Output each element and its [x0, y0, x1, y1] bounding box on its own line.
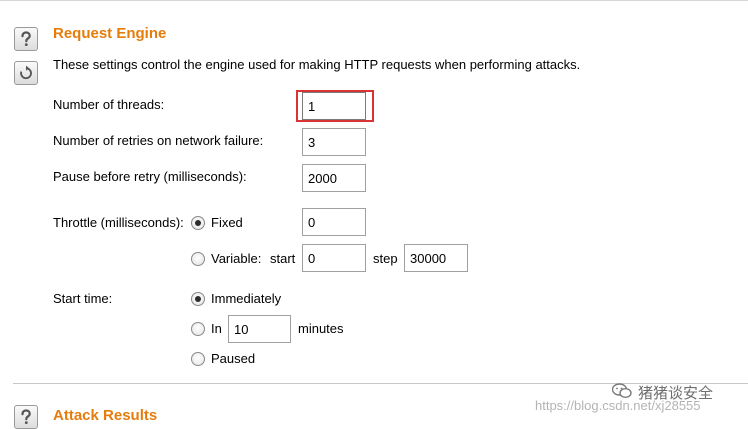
throttle-step-input[interactable]: [404, 244, 468, 272]
start-in-radio[interactable]: [191, 322, 205, 336]
top-divider: [0, 0, 748, 1]
pause-input[interactable]: [302, 164, 366, 192]
throttle-start-input[interactable]: [302, 244, 366, 272]
start-time-label: Start time:: [53, 291, 113, 306]
reset-button[interactable]: [14, 61, 38, 85]
attack-results-help-button[interactable]: [14, 405, 38, 429]
start-paused-label: Paused: [211, 351, 256, 366]
threads-input[interactable]: [302, 92, 366, 120]
throttle-step-label: step: [373, 251, 398, 266]
section-title-request-engine: Request Engine: [53, 25, 167, 42]
url-watermark: https://blog.csdn.net/xj28555: [535, 398, 701, 413]
throttle-variable-label: Variable:: [211, 251, 262, 266]
threads-label: Number of threads:: [53, 97, 165, 112]
retries-input[interactable]: [302, 128, 366, 156]
help-button[interactable]: [14, 27, 38, 51]
pause-label: Pause before retry (milliseconds):: [53, 169, 247, 184]
start-paused-radio[interactable]: [191, 352, 205, 366]
refresh-icon: [18, 65, 34, 81]
throttle-fixed-label: Fixed: [211, 215, 243, 230]
start-in-label: In: [211, 321, 222, 336]
question-mark-icon: [19, 409, 33, 425]
start-immediately-label: Immediately: [211, 291, 282, 306]
throttle-fixed-radio[interactable]: [191, 216, 205, 230]
retries-label: Number of retries on network failure:: [53, 133, 264, 148]
throttle-variable-radio[interactable]: [191, 252, 205, 266]
start-immediately-radio[interactable]: [191, 292, 205, 306]
throttle-start-label: start: [270, 251, 296, 266]
throttle-label: Throttle (milliseconds):: [53, 215, 184, 230]
section-title-attack-results: Attack Results: [53, 407, 158, 424]
throttle-fixed-input[interactable]: [302, 208, 366, 236]
section-description: These settings control the engine used f…: [53, 57, 581, 72]
question-mark-icon: [19, 31, 33, 47]
start-in-minutes-input[interactable]: [228, 315, 291, 343]
minutes-label: minutes: [298, 321, 344, 336]
